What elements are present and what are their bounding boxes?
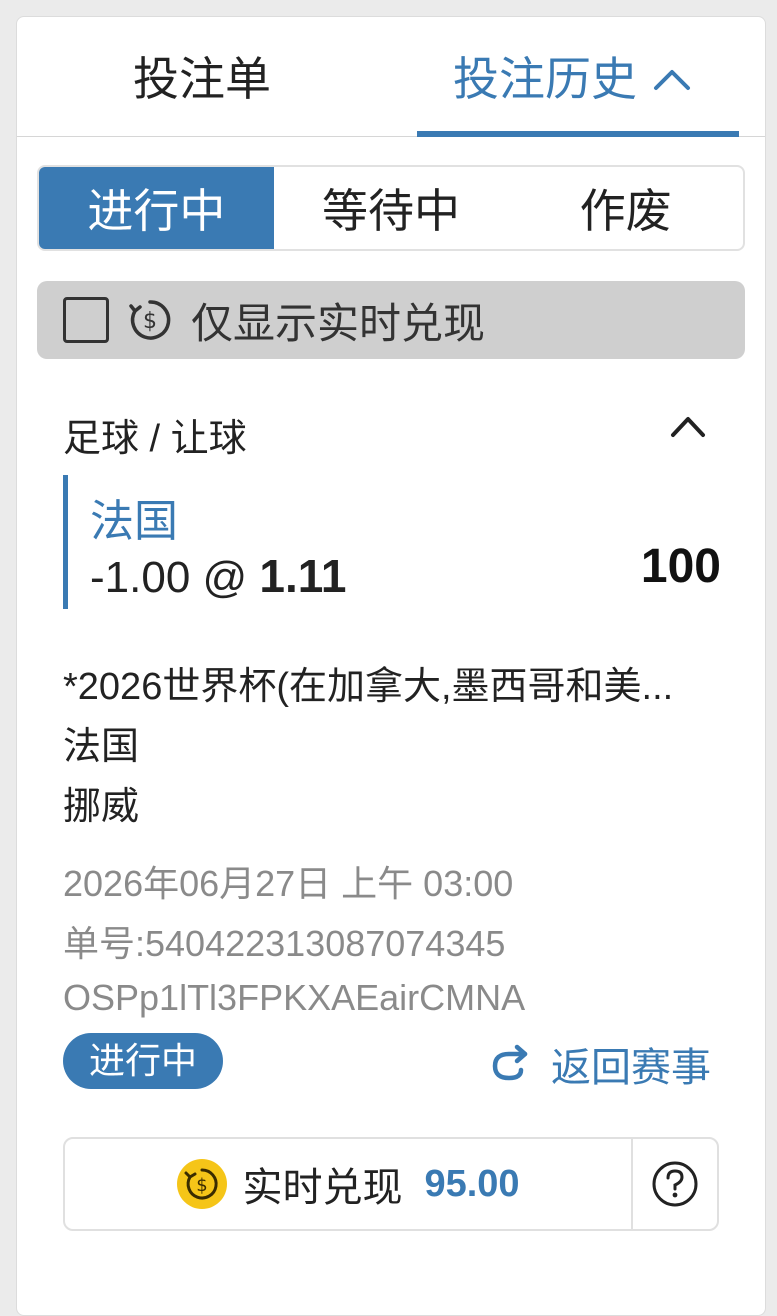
tab-bet-history-label: 投注历史 xyxy=(453,53,637,105)
competition-name: *2026世界杯(在加拿大,墨西哥和美... xyxy=(63,666,674,708)
svg-text:$: $ xyxy=(143,309,157,334)
cashout-button[interactable]: $ 实时兑现 95.00 xyxy=(65,1139,633,1229)
bet-type: 足球 / 让球 xyxy=(63,418,247,460)
back-to-event-link[interactable]: 返回赛事 xyxy=(487,1035,711,1093)
handicap: -1.00 @ xyxy=(90,553,260,602)
filter-in-progress[interactable]: 进行中 xyxy=(39,167,274,249)
cashout-bar: $ 实时兑现 95.00 xyxy=(63,1137,719,1231)
cashout-only-toggle[interactable]: $ 仅显示实时兑现 xyxy=(37,281,745,359)
svg-text:$: $ xyxy=(197,1175,208,1196)
cashout-coin-icon: $ xyxy=(177,1159,228,1209)
bet-header: 足球 / 让球 xyxy=(17,397,767,467)
help-button[interactable] xyxy=(633,1139,717,1229)
return-arrow-icon xyxy=(492,1044,528,1081)
active-tab-indicator xyxy=(417,131,739,137)
home-team: 法国 xyxy=(63,726,140,768)
odds: 1.11 xyxy=(259,550,347,602)
stake-amount: 100 xyxy=(640,540,721,593)
away-team: 挪威 xyxy=(63,786,140,828)
back-to-event-label: 返回赛事 xyxy=(551,1046,711,1090)
reference-code: OSPp1lTl3FPKXAEairCMNA xyxy=(63,977,526,1018)
cashout-label: 实时兑现 xyxy=(242,1166,403,1210)
tab-bet-history[interactable]: 投注历史 xyxy=(453,51,691,107)
selection-line: -1.00 @ 1.11 xyxy=(90,549,346,603)
chevron-up-icon[interactable] xyxy=(669,413,707,439)
cashout-coin-icon: $ xyxy=(129,300,171,340)
help-icon xyxy=(652,1161,698,1207)
status-filter: 进行中 等待中 作废 xyxy=(37,165,745,251)
bet-number: 单号:5404223130870743​45 xyxy=(63,923,506,964)
tab-bar: 投注单 投注历史 xyxy=(17,17,765,137)
bet-card: 足球 / 让球 法国 -1.00 @ 1.11 100 *2026世界杯(在加拿… xyxy=(17,397,767,1231)
bet-selection: 法国 -1.00 @ 1.11 100 xyxy=(63,475,721,609)
chevron-up-icon xyxy=(654,70,690,90)
status-badge: 进行中 xyxy=(63,1033,224,1089)
checkbox-icon[interactable] xyxy=(63,297,109,343)
match-datetime: 2026年06月27日 上午 03:00 xyxy=(63,863,514,904)
cashout-only-label: 仅显示实时兑现 xyxy=(191,299,486,347)
filter-void[interactable]: 作废 xyxy=(508,167,743,249)
bet-history-panel: 投注单 投注历史 进行中 等待中 作废 $ 仅显示实时兑现 足球 / 让球 法国… xyxy=(16,16,766,1316)
filter-pending[interactable]: 等待中 xyxy=(274,167,509,249)
cashout-amount: 95.00 xyxy=(424,1162,520,1205)
selection-team: 法国 xyxy=(90,497,178,546)
tab-betslip[interactable]: 投注单 xyxy=(133,51,271,107)
